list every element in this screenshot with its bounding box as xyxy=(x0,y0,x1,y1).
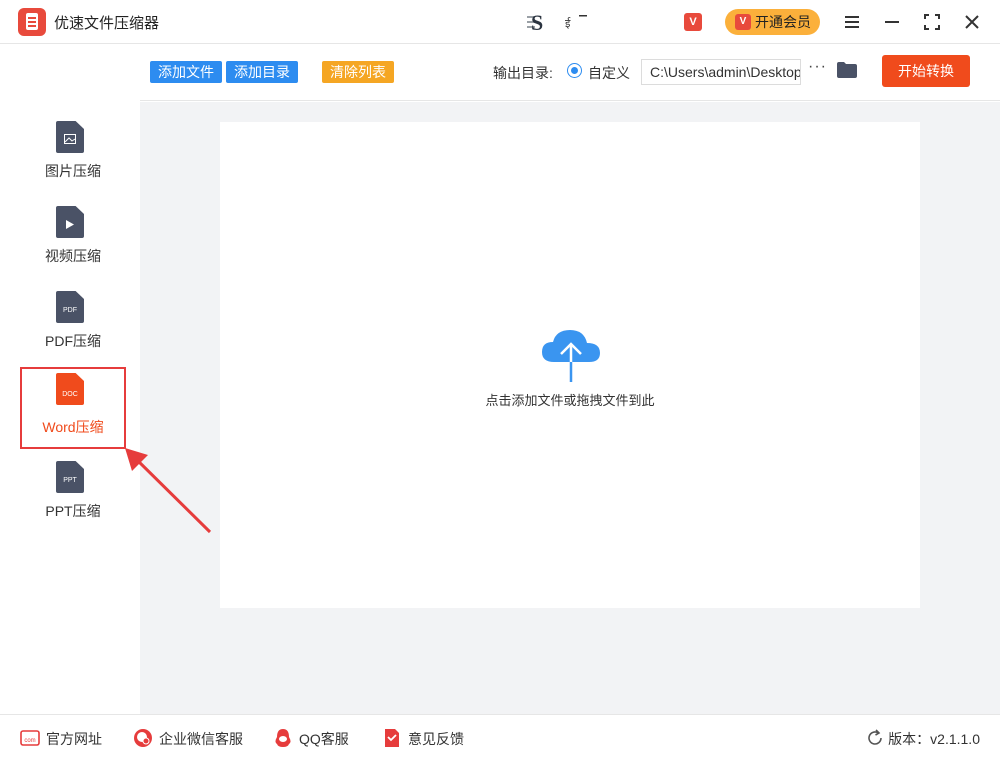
feedback-icon xyxy=(385,729,399,748)
open-vip-button[interactable]: V 开通会员 xyxy=(725,9,820,35)
clear-list-button[interactable]: 清除列表 xyxy=(322,61,394,83)
wechat-support-link[interactable]: 企业微信客服 xyxy=(133,729,243,750)
sidebar-item-label: Word压缩 xyxy=(42,419,104,435)
add-directory-button[interactable]: 添加目录 xyxy=(226,61,298,83)
sidebar-item-video[interactable]: 视频压缩 xyxy=(20,202,126,284)
doc-tag: DOC xyxy=(62,391,78,398)
app-logo-icon xyxy=(18,8,46,36)
feedback-label: 意见反馈 xyxy=(408,731,464,747)
add-file-button[interactable]: 添加文件 xyxy=(150,61,222,83)
menu-icon[interactable] xyxy=(840,10,864,34)
open-vip-label: 开通会员 xyxy=(755,14,811,30)
output-dir-label: 输出目录: xyxy=(493,65,553,81)
wechat-label: 企业微信客服 xyxy=(159,731,243,747)
vip-badge-icon[interactable]: V xyxy=(684,13,702,31)
user-logo-icon: S ई xyxy=(527,10,587,34)
website-label: 官方网址 xyxy=(46,731,102,747)
ppt-tag: PPT xyxy=(63,477,77,484)
sidebar-item-label: PPT压缩 xyxy=(45,503,101,519)
website-icon: com xyxy=(20,730,40,747)
drop-hint-text: 点击添加文件或拖拽文件到此 xyxy=(485,393,655,408)
footer: com 官方网址 企业微信客服 QQ客服 意见反馈 版本：v2.1.1.0 xyxy=(0,714,1000,760)
sidebar-item-label: 图片压缩 xyxy=(45,163,101,179)
svg-text:S: S xyxy=(531,10,543,34)
doc-file-icon xyxy=(56,373,84,405)
drop-zone[interactable]: 点击添加文件或拖拽文件到此 xyxy=(220,122,920,608)
app-title: 优速文件压缩器 xyxy=(54,15,160,32)
sidebar-item-label: 视频压缩 xyxy=(45,248,101,264)
toolbar: 添加文件 添加目录 清除列表 输出目录: 自定义 C:\Users\admin\… xyxy=(140,45,1000,101)
pdf-tag: PDF xyxy=(63,307,77,314)
vip-icon: V xyxy=(735,14,751,30)
sidebar-item-word[interactable]: DOC Word压缩 xyxy=(20,367,126,449)
image-glyph-icon xyxy=(64,134,76,144)
custom-radio-label[interactable]: 自定义 xyxy=(588,63,630,83)
refresh-icon[interactable] xyxy=(866,729,884,747)
cloud-upload-icon xyxy=(542,330,600,382)
sidebar-item-label: PDF压缩 xyxy=(45,333,101,349)
svg-text:com: com xyxy=(24,738,35,744)
minimize-icon[interactable] xyxy=(880,10,904,34)
sidebar-item-ppt[interactable]: PPT PPT压缩 xyxy=(20,457,126,539)
wechat-icon xyxy=(134,729,152,748)
sidebar-item-image[interactable]: 图片压缩 xyxy=(20,117,126,199)
svg-text:ई: ई xyxy=(565,17,571,30)
play-icon xyxy=(66,220,74,229)
main-area: 点击添加文件或拖拽文件到此 xyxy=(140,102,1000,714)
start-convert-button[interactable]: 开始转换 xyxy=(882,55,970,87)
version-label: 版本：v2.1.1.0 xyxy=(888,731,980,747)
sidebar-item-pdf[interactable]: PDF PDF压缩 xyxy=(20,287,126,369)
sidebar: 图片压缩 视频压缩 PDF PDF压缩 DOC Word压缩 PPT PPT压缩 xyxy=(0,45,140,715)
qq-support-link[interactable]: QQ客服 xyxy=(273,729,349,750)
maximize-icon[interactable] xyxy=(920,10,944,34)
output-path-input[interactable]: C:\Users\admin\Desktop xyxy=(641,59,801,85)
qq-icon xyxy=(275,729,291,748)
title-bar: 优速文件压缩器 S ई V V 开通会员 xyxy=(0,0,1000,44)
custom-radio[interactable] xyxy=(567,63,582,78)
close-icon[interactable] xyxy=(960,10,984,34)
qq-label: QQ客服 xyxy=(299,731,349,747)
feedback-link[interactable]: 意见反馈 xyxy=(382,729,464,750)
website-link[interactable]: com 官方网址 xyxy=(20,729,102,750)
more-options-button[interactable]: ··· xyxy=(808,58,827,76)
folder-icon[interactable] xyxy=(837,62,857,78)
version-info: 版本：v2.1.1.0 xyxy=(866,729,980,749)
